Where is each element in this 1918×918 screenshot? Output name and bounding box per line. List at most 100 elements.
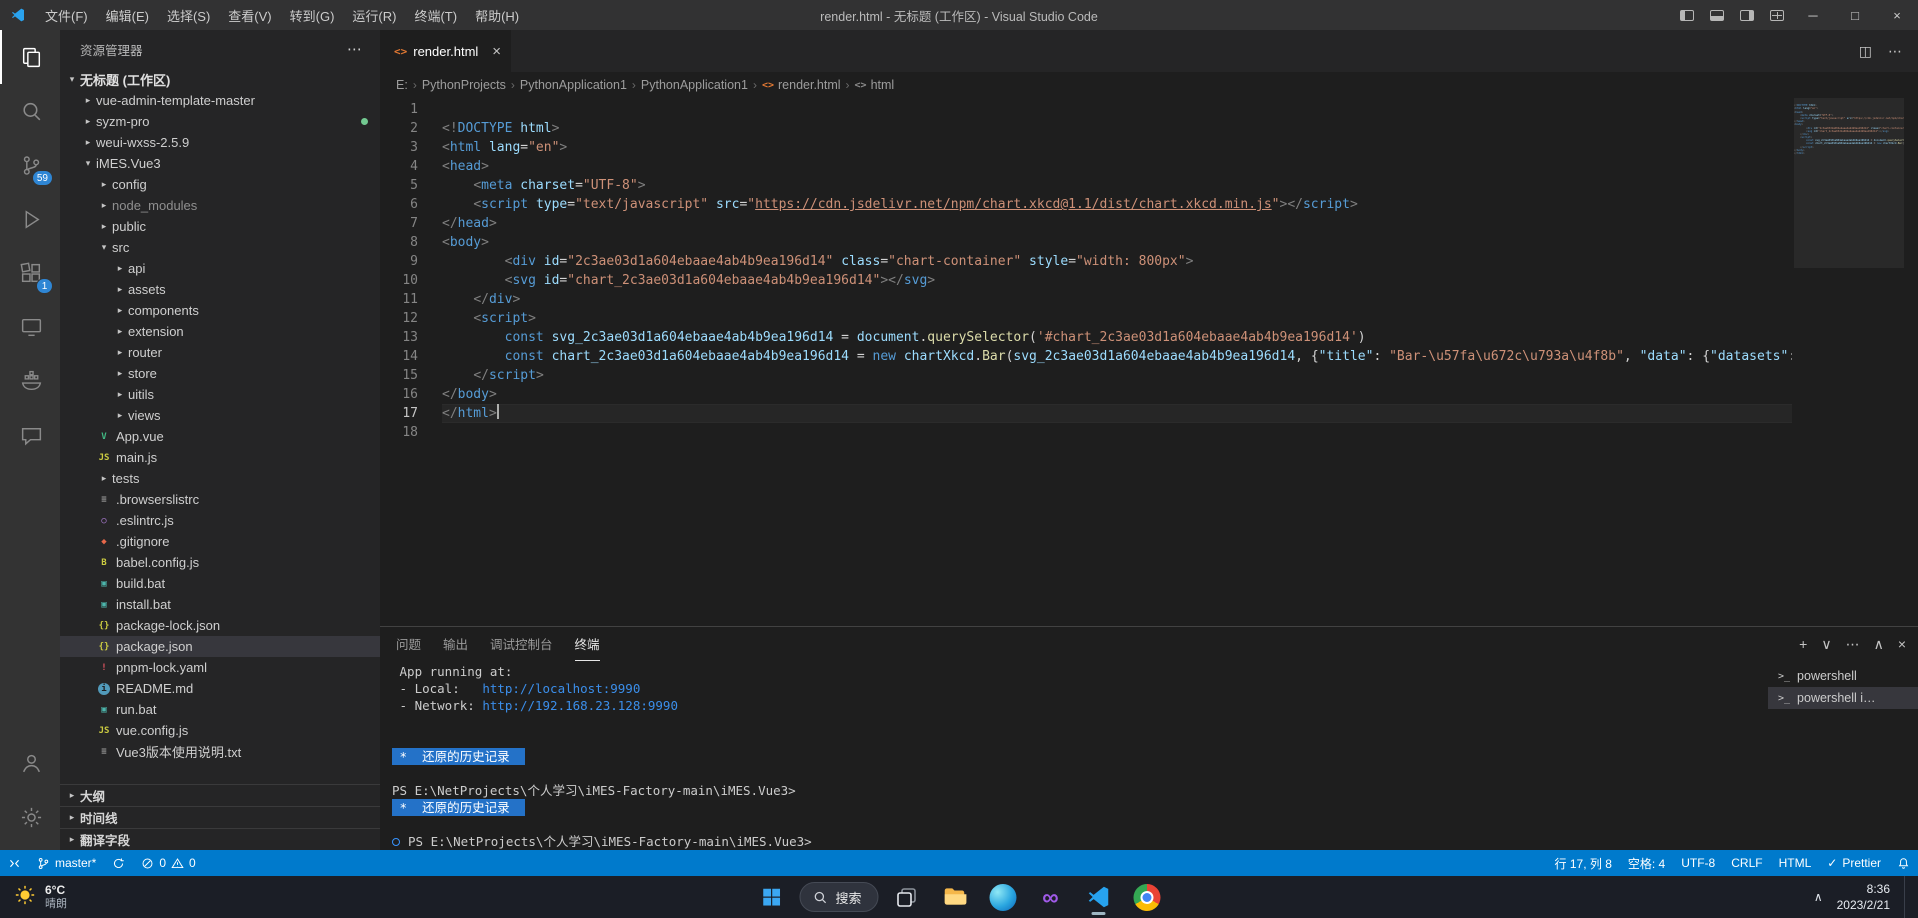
workspace-root[interactable]: ▾ 无标题 (工作区)	[60, 68, 380, 90]
line-number[interactable]: 8	[380, 233, 418, 252]
line-number[interactable]: 1	[380, 100, 418, 119]
indentation-status[interactable]: 空格: 4	[1620, 850, 1673, 876]
menu-item-7[interactable]: 帮助(H)	[466, 0, 528, 30]
tree-item[interactable]: ▣build.bat	[60, 573, 380, 594]
breadcrumb-item[interactable]: PythonProjects	[422, 78, 506, 92]
line-number[interactable]: 2	[380, 119, 418, 138]
minimap[interactable]: <!DOCTYPE html><html lang="en"><head> <m…	[1794, 98, 1904, 626]
settings-gear-button[interactable]	[0, 790, 60, 844]
customize-layout-icon[interactable]	[1762, 0, 1792, 30]
line-number[interactable]: 18	[380, 423, 418, 442]
menu-item-5[interactable]: 运行(R)	[343, 0, 405, 30]
tab-render-html[interactable]: <> render.html ×	[380, 30, 511, 72]
weather-widget[interactable]: 6°C 晴朗	[0, 883, 220, 911]
command-decoration-icon[interactable]	[392, 838, 400, 846]
tree-item[interactable]: ▸node_modules	[60, 195, 380, 216]
sidebar-section-1[interactable]: ▸时间线	[60, 806, 380, 828]
code-line[interactable]: <svg id="chart_2c3ae03d1a604ebaae4ab4b9e…	[442, 271, 1792, 290]
run-debug-button[interactable]	[0, 192, 60, 246]
tree-item[interactable]: ▸uitils	[60, 384, 380, 405]
tree-item[interactable]: ≡.browserslistrc	[60, 489, 380, 510]
terminal-list-item[interactable]: >_powershell i…	[1768, 687, 1918, 709]
line-number[interactable]: 16	[380, 385, 418, 404]
line-number[interactable]: 11	[380, 290, 418, 309]
cursor-position[interactable]: 行 17, 列 8	[1547, 850, 1620, 876]
code-line[interactable]: </head>	[442, 214, 1792, 233]
minimize-button[interactable]: ─	[1792, 0, 1834, 30]
breadcrumb-item[interactable]: PythonApplication1	[520, 78, 627, 92]
panel-tab-0[interactable]: 问题	[396, 627, 421, 661]
files-button[interactable]	[0, 30, 60, 84]
menu-item-2[interactable]: 选择(S)	[158, 0, 219, 30]
terminal-dropdown-icon[interactable]: ∨	[1821, 636, 1831, 653]
line-number[interactable]: 15	[380, 366, 418, 385]
tree-item[interactable]: VApp.vue	[60, 426, 380, 447]
code-line[interactable]	[442, 423, 1792, 442]
close-button[interactable]: ×	[1876, 0, 1918, 30]
line-number[interactable]: 4	[380, 157, 418, 176]
formatter-status[interactable]: ✓Prettier	[1819, 850, 1889, 876]
sidebar-section-0[interactable]: ▸大纲	[60, 784, 380, 806]
tree-item[interactable]: ▸views	[60, 405, 380, 426]
terminal-list-item[interactable]: >_powershell	[1768, 665, 1918, 687]
code-line[interactable]: </body>	[442, 385, 1792, 404]
tree-item[interactable]: JSmain.js	[60, 447, 380, 468]
file-explorer-button[interactable]	[935, 877, 975, 917]
sidebar-section-2[interactable]: ▸翻译字段	[60, 828, 380, 850]
task-view-button[interactable]	[887, 877, 927, 917]
tree-item[interactable]: ▸tests	[60, 468, 380, 489]
search-button[interactable]	[0, 84, 60, 138]
panel-tab-3[interactable]: 终端	[575, 627, 600, 661]
tree-item[interactable]: ▸extension	[60, 321, 380, 342]
maximize-panel-icon[interactable]: ∧	[1874, 636, 1884, 653]
source-control-button[interactable]: 59	[0, 138, 60, 192]
line-number[interactable]: 7	[380, 214, 418, 233]
menu-item-3[interactable]: 查看(V)	[219, 0, 280, 30]
tree-item[interactable]: ○.eslintrc.js	[60, 510, 380, 531]
tree-item[interactable]: ▸vue-admin-template-master	[60, 90, 380, 111]
code-editor[interactable]: 123456789101112131415161718 <!DOCTYPE ht…	[380, 98, 1918, 626]
code-line[interactable]: </script>	[442, 366, 1792, 385]
chrome-button[interactable]	[1127, 877, 1167, 917]
tree-item[interactable]: {}package.json	[60, 636, 380, 657]
tree-item[interactable]: ▸syzm-pro	[60, 111, 380, 132]
tree-item[interactable]: ▸public	[60, 216, 380, 237]
tree-item[interactable]: ▸store	[60, 363, 380, 384]
language-mode[interactable]: HTML	[1771, 850, 1820, 876]
tree-item[interactable]: ▸router	[60, 342, 380, 363]
tree-item[interactable]: ◆.gitignore	[60, 531, 380, 552]
menu-item-0[interactable]: 文件(F)	[36, 0, 97, 30]
line-number[interactable]: 3	[380, 138, 418, 157]
tree-item[interactable]: ▸assets	[60, 279, 380, 300]
docker-button[interactable]	[0, 354, 60, 408]
code-line[interactable]: <script>	[442, 309, 1792, 328]
problems-status[interactable]: 0 0	[133, 850, 203, 876]
line-number[interactable]: 10	[380, 271, 418, 290]
tray-chevron-icon[interactable]: ∧	[1814, 890, 1823, 904]
menu-item-6[interactable]: 终端(T)	[405, 0, 466, 30]
code-line[interactable]: <meta charset="UTF-8">	[442, 176, 1792, 195]
tree-item[interactable]: ▸config	[60, 174, 380, 195]
tree-item[interactable]: ▾src	[60, 237, 380, 258]
tree-item[interactable]: iREADME.md	[60, 678, 380, 699]
tree-item[interactable]: ▣run.bat	[60, 699, 380, 720]
explorer-more-actions-icon[interactable]: ⋯	[347, 40, 362, 58]
code-line[interactable]: <head>	[442, 157, 1792, 176]
line-number[interactable]: 13	[380, 328, 418, 347]
breadcrumb-item[interactable]: <>html	[855, 78, 895, 92]
editor-more-actions-icon[interactable]: ⋯	[1888, 43, 1902, 60]
encoding-status[interactable]: UTF-8	[1673, 850, 1723, 876]
code-line[interactable]: <body>	[442, 233, 1792, 252]
split-editor-icon[interactable]: ◫	[1859, 43, 1872, 60]
tree-item[interactable]: ▸components	[60, 300, 380, 321]
remote-indicator[interactable]	[0, 850, 29, 876]
vscode-button[interactable]	[1079, 877, 1119, 917]
code-line[interactable]	[442, 100, 1792, 119]
breadcrumb-item[interactable]: PythonApplication1	[641, 78, 748, 92]
tree-item[interactable]: ▾iMES.Vue3	[60, 153, 380, 174]
code-line[interactable]: const chart_2c3ae03d1a604ebaae4ab4b9ea19…	[442, 347, 1792, 366]
new-terminal-icon[interactable]: +	[1799, 636, 1807, 652]
feedback-button[interactable]	[0, 408, 60, 462]
git-branch-status[interactable]: master*	[29, 850, 104, 876]
tree-item[interactable]: ▸api	[60, 258, 380, 279]
